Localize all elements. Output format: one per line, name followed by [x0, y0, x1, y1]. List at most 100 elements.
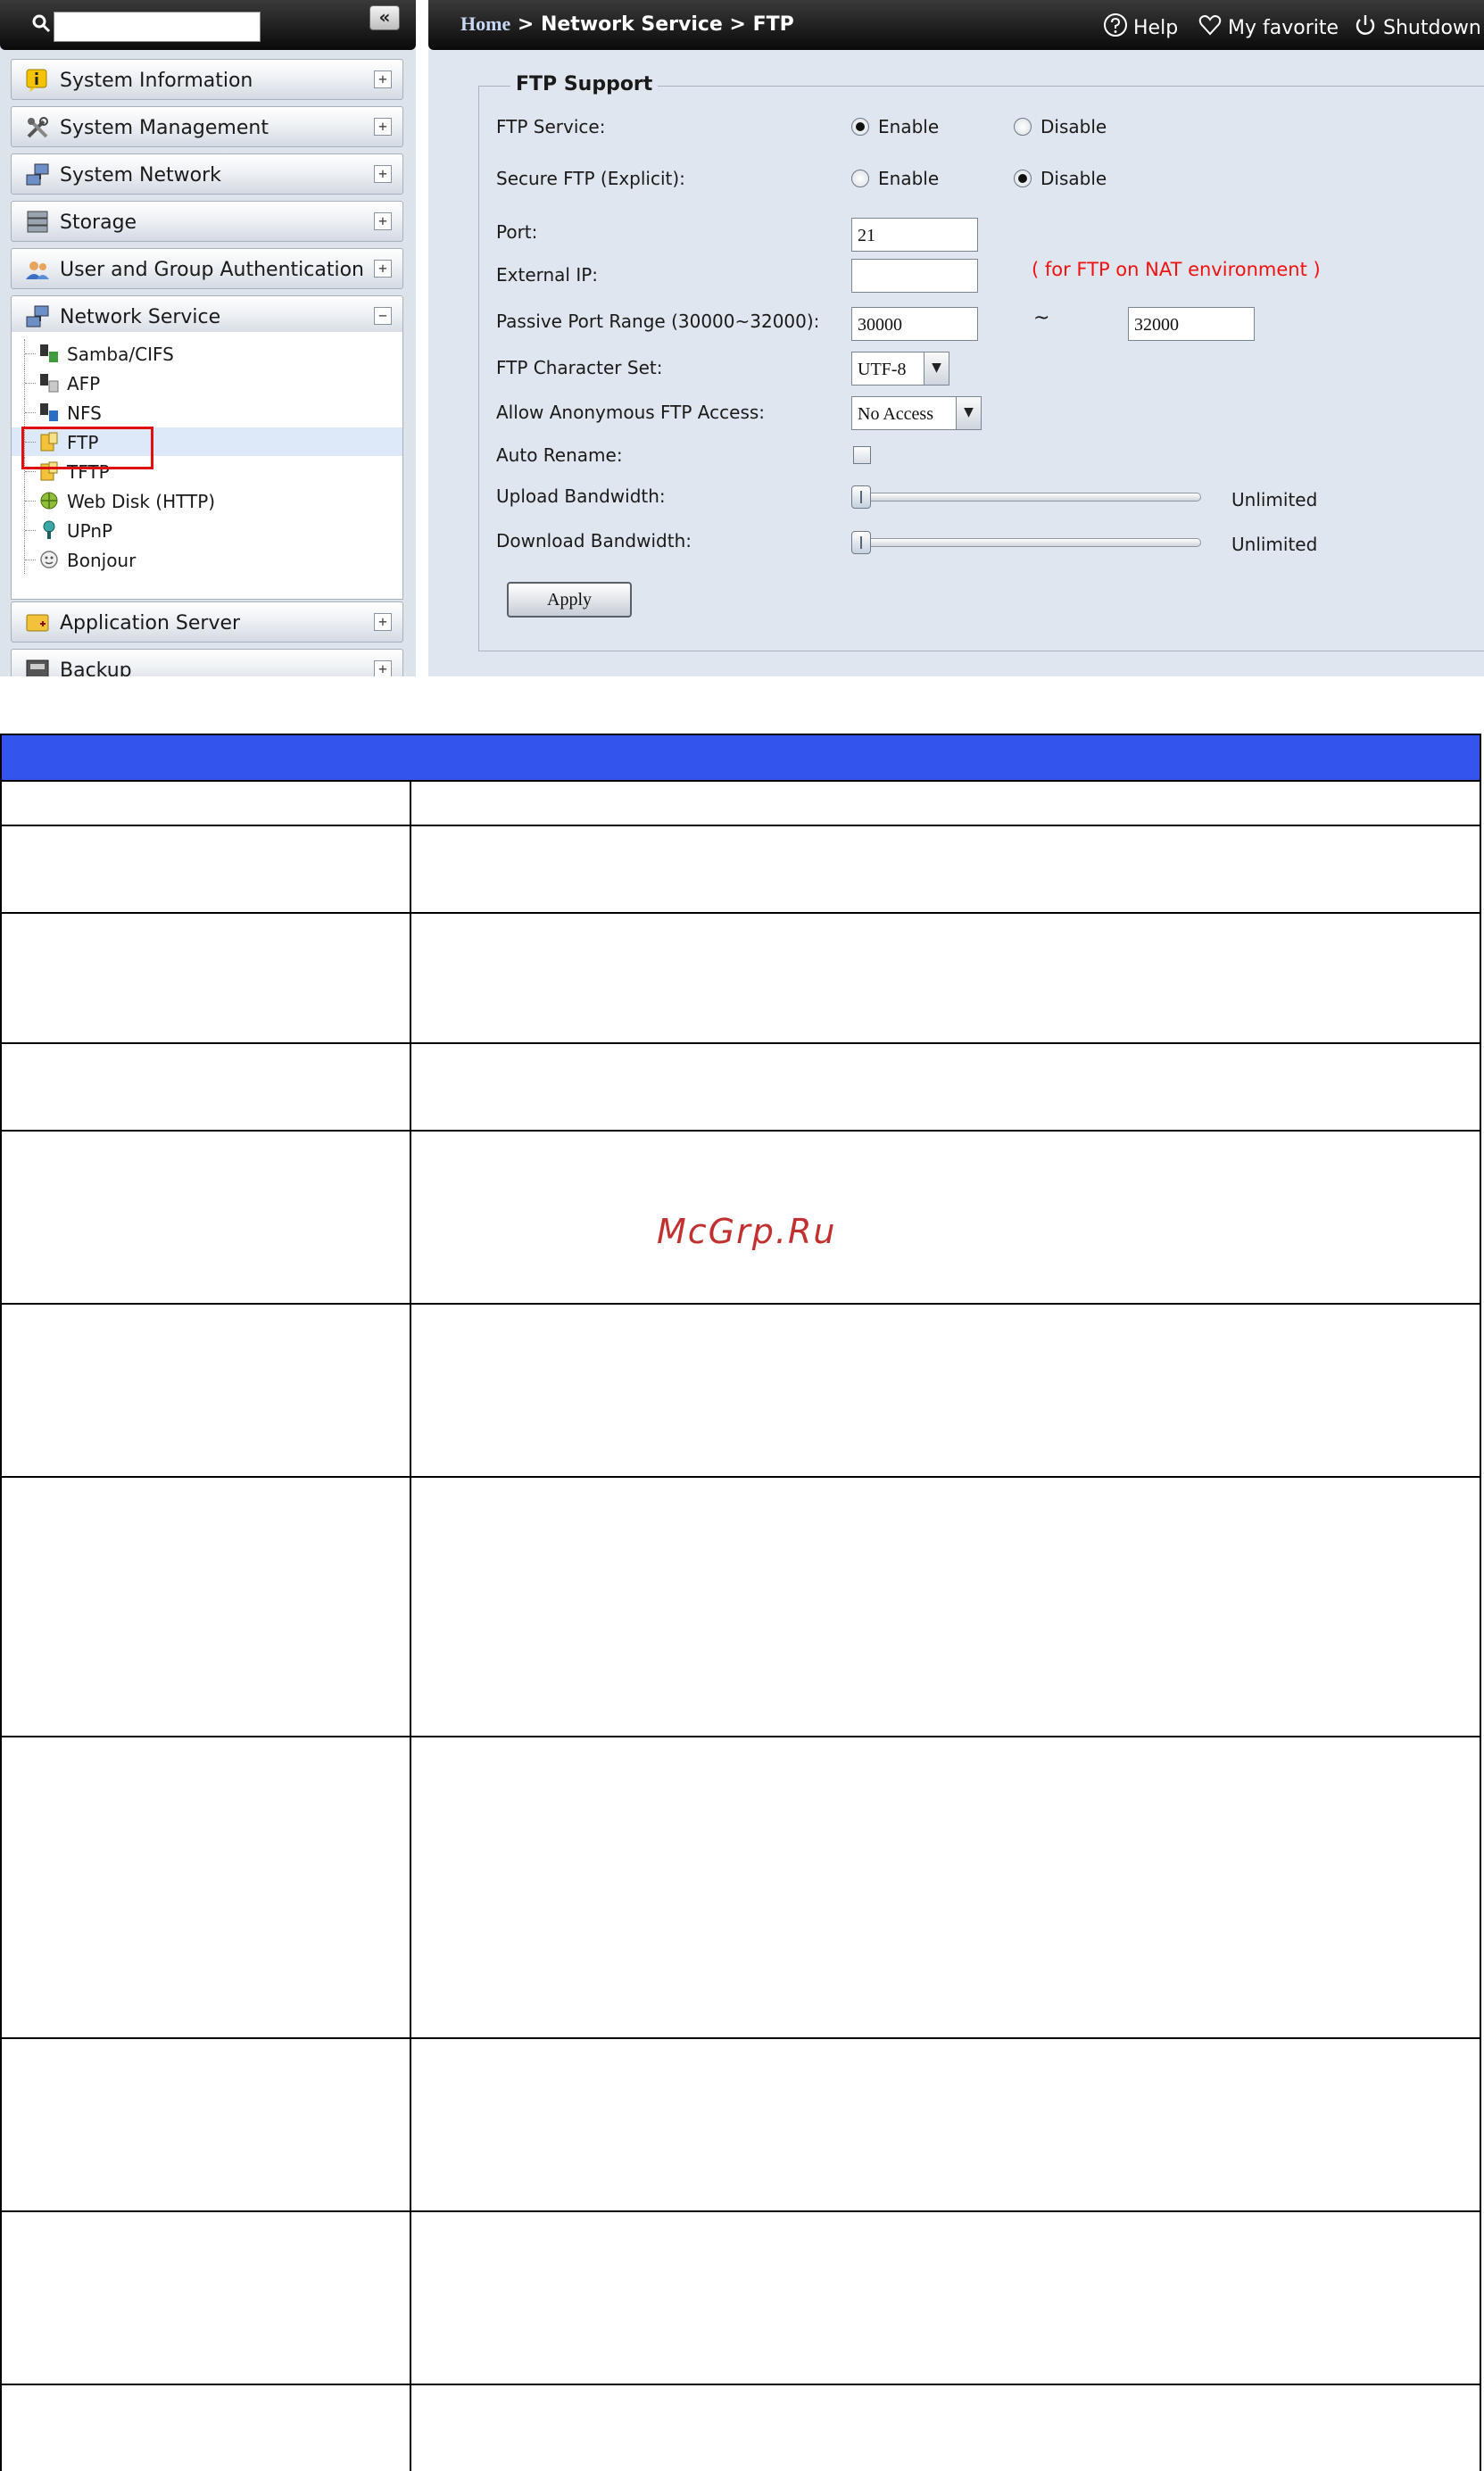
my-favorite-label: My favorite	[1228, 17, 1339, 39]
sidebar-item-web-disk[interactable]: Web Disk (HTTP)	[12, 486, 402, 515]
table-cell	[0, 1303, 411, 1478]
expand-icon[interactable]: +	[374, 660, 392, 676]
table-cell	[410, 825, 1481, 914]
ftp-charset-label: FTP Character Set:	[496, 357, 663, 378]
table-row	[0, 780, 1481, 826]
ftp-charset-select[interactable]: UTF-8 ▼	[851, 352, 949, 386]
tree-connector	[24, 369, 38, 397]
secure-ftp-enable-label: Enable	[878, 168, 940, 189]
backup-icon	[26, 659, 49, 676]
ftp-service-enable-radio[interactable]	[851, 118, 869, 136]
ftp-service-enable-label: Enable	[878, 116, 940, 137]
table-cell	[410, 1130, 1481, 1305]
table-cell	[0, 1476, 411, 1737]
external-ip-label: External IP:	[496, 264, 599, 286]
expand-icon[interactable]: +	[374, 260, 392, 278]
sidebar-item-bonjour[interactable]: Bonjour	[12, 545, 402, 574]
table-cell	[0, 2210, 411, 2385]
web-disk-icon	[40, 492, 58, 510]
external-ip-input[interactable]	[851, 259, 978, 293]
table-row	[0, 825, 1481, 914]
afp-icon	[40, 374, 59, 393]
help-link[interactable]: Help	[1103, 12, 1178, 39]
expand-icon[interactable]: +	[374, 70, 392, 88]
chevron-down-icon: ▼	[956, 397, 981, 429]
expand-icon[interactable]: +	[374, 118, 392, 136]
sidebar-category-label: System Information	[60, 70, 253, 92]
sidebar-item-label: Samba/CIFS	[67, 344, 174, 365]
sidebar-item-upnp[interactable]: UPnP	[12, 516, 402, 544]
help-icon	[1104, 13, 1127, 37]
passive-port-to-input[interactable]: 32000	[1128, 307, 1255, 341]
sidebar-category-application-server[interactable]: Application Server +	[11, 601, 403, 643]
table-row	[0, 1476, 1481, 1737]
table-row	[0, 912, 1481, 1044]
sidebar-category-system-information[interactable]: System Information +	[11, 59, 403, 100]
passive-port-range-label: Passive Port Range (30000~32000):	[496, 311, 820, 332]
heart-icon	[1198, 15, 1222, 36]
table-cell	[410, 912, 1481, 1044]
upload-bandwidth-slider-track[interactable]	[857, 493, 1201, 502]
my-favorite-link[interactable]: My favorite	[1198, 12, 1339, 39]
table-cell	[0, 1042, 411, 1132]
secure-ftp-enable-radio[interactable]	[851, 170, 869, 187]
table-header-cell	[0, 734, 1481, 782]
secure-ftp-disable-radio[interactable]	[1014, 170, 1032, 187]
tree-connector	[24, 398, 38, 427]
table-row	[0, 2037, 1481, 2212]
app-server-icon	[26, 614, 49, 632]
auto-rename-checkbox[interactable]	[853, 446, 871, 464]
sidebar-category-system-network[interactable]: System Network +	[11, 153, 403, 195]
sidebar-category-user-group-auth[interactable]: User and Group Authentication +	[11, 248, 403, 289]
port-input[interactable]: 21	[851, 218, 978, 252]
download-bandwidth-slider-handle[interactable]	[851, 531, 871, 554]
breadcrumb-section[interactable]: Network Service	[541, 13, 723, 36]
storage-icon	[27, 211, 48, 233]
breadcrumb: Home > Network Service > FTP	[460, 12, 794, 36]
sidebar-category-storage[interactable]: Storage +	[11, 201, 403, 242]
collapse-icon[interactable]: −	[374, 307, 392, 325]
shutdown-link[interactable]: Shutdown	[1353, 12, 1481, 39]
download-bandwidth-slider-track[interactable]	[857, 538, 1201, 547]
table-cell	[0, 1736, 411, 2039]
anonymous-access-select[interactable]: No Access ▼	[851, 396, 982, 430]
breadcrumb-separator: >	[510, 13, 541, 36]
port-range-tilde: ~	[1033, 307, 1050, 329]
table-header-row	[0, 734, 1481, 782]
table-cell	[410, 2210, 1481, 2385]
ftp-charset-value: UTF-8	[858, 360, 907, 379]
expand-icon[interactable]: +	[374, 613, 392, 631]
table-cell	[0, 2384, 411, 2471]
breadcrumb-home-link[interactable]: Home	[460, 12, 510, 35]
collapse-sidebar-button[interactable]: «	[369, 5, 400, 30]
sidebar-item-samba-cifs[interactable]: Samba/CIFS	[12, 339, 402, 368]
sidebar-category-network-service[interactable]: Network Service −	[11, 295, 403, 336]
sidebar-category-label: System Management	[60, 117, 269, 139]
breadcrumb-separator: >	[722, 13, 753, 36]
expand-icon[interactable]: +	[374, 165, 392, 183]
apply-button[interactable]: Apply	[507, 582, 632, 618]
top-header-bar: Home > Network Service > FTP Help My fav…	[428, 0, 1484, 50]
expand-icon[interactable]: +	[374, 212, 392, 230]
table-row	[0, 1042, 1481, 1132]
secure-ftp-label: Secure FTP (Explicit):	[496, 168, 685, 189]
sidebar-category-system-management[interactable]: System Management +	[11, 106, 403, 147]
sidebar-item-afp[interactable]: AFP	[12, 369, 402, 397]
anonymous-access-label: Allow Anonymous FTP Access:	[496, 402, 766, 423]
port-label: Port:	[496, 221, 538, 243]
sidebar-item-nfs[interactable]: NFS	[12, 398, 402, 427]
upload-bandwidth-slider-handle[interactable]	[851, 485, 871, 509]
table-row	[0, 2384, 1481, 2471]
passive-port-from-input[interactable]: 30000	[851, 307, 978, 341]
ftp-service-disable-radio[interactable]	[1014, 118, 1032, 136]
search-input[interactable]	[54, 12, 261, 42]
upload-bandwidth-value: Unlimited	[1231, 489, 1318, 510]
sidebar-category-backup[interactable]: Backup +	[11, 649, 403, 676]
chevron-down-icon: ▼	[924, 352, 949, 385]
ftp-settings-description-table	[0, 734, 1481, 2471]
ftp-service-disable-label: Disable	[1040, 116, 1107, 137]
nfs-icon	[40, 403, 58, 421]
users-icon	[26, 261, 49, 279]
shutdown-label: Shutdown	[1383, 17, 1481, 39]
secure-ftp-disable-label: Disable	[1040, 168, 1107, 189]
